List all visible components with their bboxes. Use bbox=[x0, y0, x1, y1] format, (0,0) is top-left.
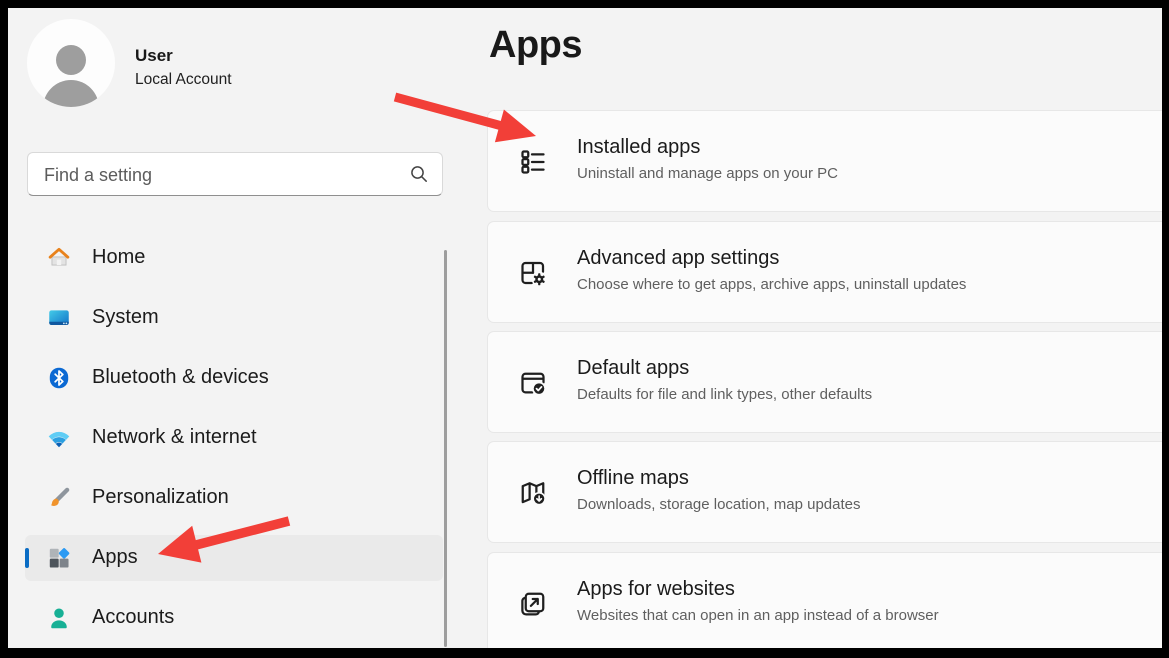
search-box[interactable] bbox=[27, 152, 443, 197]
home-icon bbox=[48, 247, 70, 266]
paintbrush-icon bbox=[51, 487, 70, 506]
sidebar-item-bluetooth-devices[interactable]: Bluetooth & devices bbox=[25, 355, 443, 401]
advanced-app-settings-icon bbox=[521, 261, 547, 287]
installed-apps-icon bbox=[521, 150, 545, 174]
card-subtitle: Websites that can open in an app instead… bbox=[577, 607, 939, 624]
avatar[interactable] bbox=[27, 19, 115, 107]
card-title: Apps for websites bbox=[577, 578, 735, 600]
sidebar-item-label: Home bbox=[92, 246, 146, 268]
sidebar-item-label: Apps bbox=[92, 546, 138, 568]
search-icon[interactable] bbox=[410, 165, 428, 183]
card-advanced-app-settings[interactable]: Advanced app settings Choose where to ge… bbox=[487, 221, 1162, 323]
bluetooth-icon bbox=[49, 367, 69, 389]
page-title: Apps bbox=[489, 24, 583, 66]
sidebar-item-label: Bluetooth & devices bbox=[92, 366, 269, 388]
sidebar-item-network-internet[interactable]: Network & internet bbox=[25, 415, 443, 461]
apps-icon bbox=[49, 548, 70, 568]
card-installed-apps[interactable]: Installed apps Uninstall and manage apps… bbox=[487, 110, 1162, 212]
sidebar-item-personalization[interactable]: Personalization bbox=[25, 475, 443, 521]
selected-indicator bbox=[25, 548, 29, 568]
offline-maps-icon bbox=[521, 482, 546, 506]
card-title: Advanced app settings bbox=[577, 247, 780, 269]
card-subtitle: Choose where to get apps, archive apps, … bbox=[577, 276, 967, 293]
sidebar-item-apps[interactable]: Apps bbox=[25, 535, 443, 581]
user-account-type: Local Account bbox=[135, 71, 232, 88]
card-subtitle: Downloads, storage location, map updates bbox=[577, 496, 861, 513]
card-title: Offline maps bbox=[577, 467, 689, 489]
sidebar-item-label: System bbox=[92, 306, 159, 328]
card-subtitle: Uninstall and manage apps on your PC bbox=[577, 165, 838, 182]
settings-window: { "colors": { "accent": "#0a6cc4", "arro… bbox=[0, 0, 1169, 658]
wifi-icon bbox=[48, 431, 70, 448]
sidebar-item-system[interactable]: System bbox=[25, 295, 443, 341]
sidebar-item-label: Personalization bbox=[92, 486, 229, 508]
sidebar-item-home[interactable]: Home bbox=[25, 235, 443, 281]
user-name: User bbox=[135, 46, 173, 65]
sidebar-item-accounts[interactable]: Accounts bbox=[25, 595, 443, 641]
apps-for-websites-icon bbox=[521, 592, 545, 616]
sidebar-item-label: Network & internet bbox=[92, 426, 257, 448]
default-apps-icon bbox=[521, 372, 546, 396]
card-default-apps[interactable]: Default apps Defaults for file and link … bbox=[487, 331, 1162, 433]
card-subtitle: Defaults for file and link types, other … bbox=[577, 386, 873, 403]
card-offline-maps[interactable]: Offline maps Downloads, storage location… bbox=[487, 441, 1162, 543]
avatar-person-icon bbox=[56, 45, 86, 75]
settings-page: User Local Account Home System bbox=[8, 8, 1162, 648]
card-title: Installed apps bbox=[577, 136, 701, 158]
card-apps-for-websites[interactable]: Apps for websites Websites that can open… bbox=[487, 552, 1162, 648]
sidebar-item-label: Accounts bbox=[92, 606, 175, 628]
card-title: Default apps bbox=[577, 357, 690, 379]
search-input[interactable] bbox=[42, 153, 406, 197]
sidebar-scrollbar[interactable] bbox=[444, 250, 447, 647]
system-icon bbox=[49, 310, 69, 326]
accounts-icon bbox=[51, 608, 67, 629]
